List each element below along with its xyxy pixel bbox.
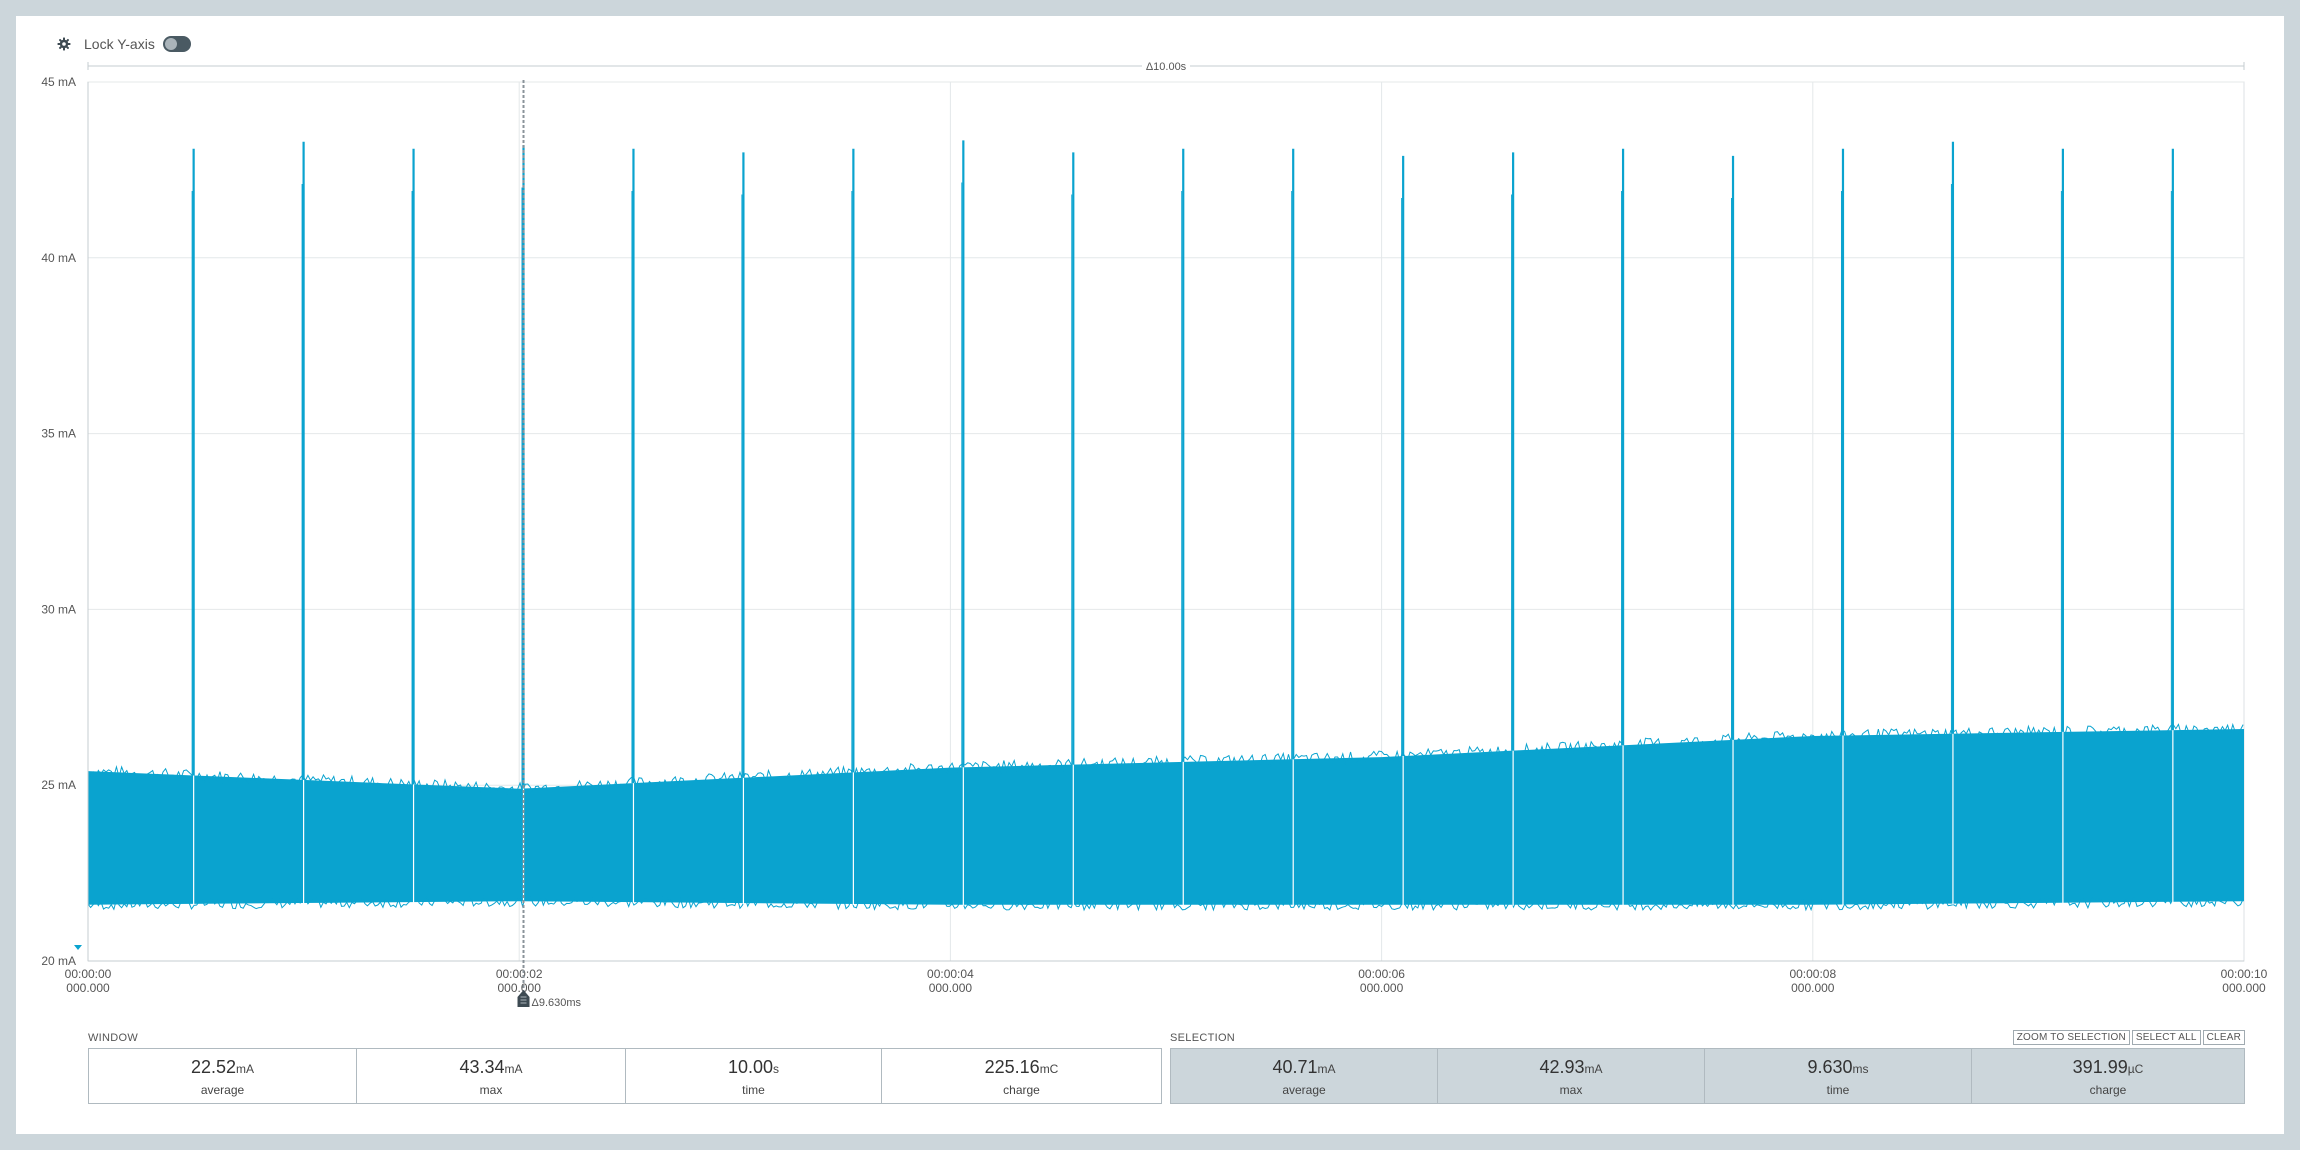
stat-label: average xyxy=(200,1082,245,1097)
selection-stats: 40.71mA average 42.93mA max 9.630ms time 391.9… xyxy=(1170,1048,2245,1104)
window-stat-time: 10.00s time xyxy=(626,1049,882,1103)
y-tick-label: 40 mA xyxy=(41,251,76,265)
stat-label: max xyxy=(1559,1082,1583,1097)
stat-number: 225.16 xyxy=(984,1056,1040,1077)
y-tick-label: 25 mA xyxy=(41,778,76,792)
window-delta-label: Δ10.00s xyxy=(1146,61,1187,73)
stat-value: 391.99µC xyxy=(2073,1056,2144,1080)
y-axis: 20 mA 25 mA 30 mA 35 mA 40 mA 45 mA xyxy=(41,75,89,968)
x-tick-label: 00:00:04 xyxy=(927,967,974,981)
x-tick-sublabel: 000.000 xyxy=(498,981,542,995)
current-trace xyxy=(87,140,2244,912)
selection-stat-max: 42.93mA max xyxy=(1438,1049,1705,1103)
current-baseline-band xyxy=(88,728,2244,905)
window-stat-average: 22.52mA average xyxy=(89,1049,357,1103)
stat-label: average xyxy=(1282,1082,1326,1097)
selection-delta-label: Δ9.630ms xyxy=(532,997,582,1009)
y-tick-label: 30 mA xyxy=(41,602,76,616)
x-tick-label: 00:00:06 xyxy=(1358,967,1405,981)
stat-value: 225.16mC xyxy=(985,1056,1059,1080)
x-tick-label: 00:00:00 xyxy=(65,967,112,981)
y-axis-marker-icon xyxy=(74,945,82,950)
x-tick-sublabel: 000.000 xyxy=(1791,981,1835,995)
x-tick-label: 00:00:10 xyxy=(2221,967,2268,981)
stat-number: 40.71 xyxy=(1272,1056,1318,1077)
select-all-button[interactable]: SELECT ALL xyxy=(2131,1030,2201,1045)
power-profiler-panel: Lock Y-axis Δ10.00s 20 mA 25 mA 30 mA 35 mA… xyxy=(16,16,2284,1134)
y-tick-label: 45 mA xyxy=(41,75,76,89)
stat-unit: s xyxy=(773,1061,780,1076)
stat-number: 10.00 xyxy=(727,1056,774,1077)
stat-label: charge xyxy=(2089,1082,2127,1097)
stat-number: 9.630 xyxy=(1807,1056,1853,1077)
stat-unit: µC xyxy=(2127,1061,2144,1076)
stat-value: 10.00s xyxy=(728,1056,779,1080)
stat-unit: mA xyxy=(236,1061,255,1076)
stat-label: max xyxy=(479,1082,503,1097)
stat-unit: mA xyxy=(1317,1061,1336,1076)
stat-unit: mA xyxy=(1584,1061,1603,1076)
stat-value: 40.71mA xyxy=(1272,1056,1335,1080)
window-stats: 22.52mA average 43.34mA max 10.00s time 225.16… xyxy=(88,1048,1162,1104)
current-chart[interactable]: Δ10.00s 20 mA 25 mA 30 mA 35 mA 40 mA 45 mA 0… xyxy=(16,16,2284,1026)
stat-unit: ms xyxy=(1852,1061,1869,1076)
x-tick-sublabel: 000.000 xyxy=(2222,981,2266,995)
x-tick-sublabel: 000.000 xyxy=(66,981,110,995)
stat-value: 43.34mA xyxy=(459,1056,522,1080)
stat-number: 43.34 xyxy=(459,1056,505,1077)
window-title: WINDOW xyxy=(88,1032,139,1044)
window-range-bar: Δ10.00s xyxy=(87,58,2245,73)
y-tick-label: 35 mA xyxy=(41,427,76,441)
selection-buttons: ZOOM TO SELECTION SELECT ALL CLEAR xyxy=(2012,1030,2245,1045)
window-summary: WINDOW 22.52mA average 43.34mA max 10.00s tim… xyxy=(88,1032,1162,1104)
window-stat-max: 43.34mA max xyxy=(357,1049,626,1103)
zoom-to-selection-button[interactable]: ZOOM TO SELECTION xyxy=(2012,1030,2130,1045)
stat-label: charge xyxy=(1003,1082,1040,1097)
stat-unit: mC xyxy=(1039,1061,1059,1076)
stat-number: 391.99 xyxy=(2072,1056,2128,1077)
x-tick-label: 00:00:02 xyxy=(496,967,543,981)
stat-value: 9.630ms xyxy=(1807,1056,1868,1080)
selection-stat-charge: 391.99µC charge xyxy=(1972,1049,2244,1103)
x-tick-sublabel: 000.000 xyxy=(1360,981,1404,995)
y-tick-label: 20 mA xyxy=(41,954,76,968)
stat-unit: mA xyxy=(504,1061,523,1076)
clear-button[interactable]: CLEAR xyxy=(2202,1030,2245,1045)
stat-value: 22.52mA xyxy=(191,1056,254,1080)
selection-stat-average: 40.71mA average xyxy=(1171,1049,1438,1103)
stat-number: 42.93 xyxy=(1539,1056,1585,1077)
selection-stat-time: 9.630ms time xyxy=(1705,1049,1972,1103)
x-tick-label: 00:00:08 xyxy=(1789,967,1836,981)
x-axis: 00:00:00000.00000:00:02000.00000:00:0400… xyxy=(65,960,2268,995)
x-tick-sublabel: 000.000 xyxy=(929,981,973,995)
window-stat-charge: 225.16mC charge xyxy=(882,1049,1161,1103)
stat-value: 42.93mA xyxy=(1539,1056,1602,1080)
stat-number: 22.52 xyxy=(190,1056,237,1077)
stat-label: time xyxy=(1826,1082,1850,1097)
selection-summary: SELECTION ZOOM TO SELECTION SELECT ALL CLE… xyxy=(1170,1030,2245,1104)
stat-label: time xyxy=(742,1082,765,1097)
